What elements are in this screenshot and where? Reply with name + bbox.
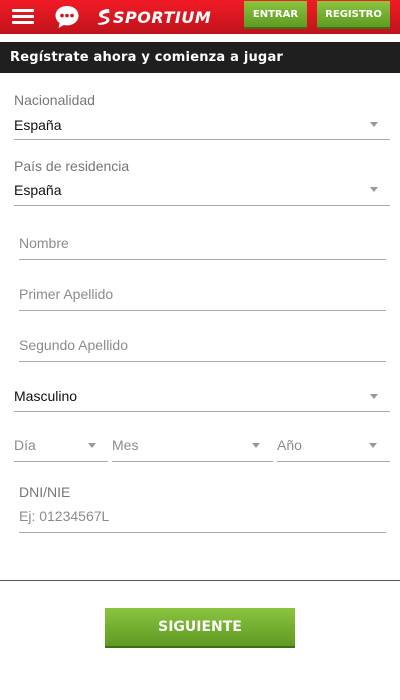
page-title: Regístrate ahora y comienza a jugar bbox=[0, 42, 400, 73]
section-divider bbox=[0, 580, 400, 581]
birth-day-placeholder: Día bbox=[14, 437, 36, 453]
sportium-logo[interactable]: SPORTIUM bbox=[97, 5, 211, 29]
birth-year-select[interactable]: Año bbox=[277, 430, 390, 462]
nationality-label: Nacionalidad bbox=[14, 92, 95, 108]
id-document-label: DNI/NIE bbox=[19, 484, 71, 500]
first-surname-input[interactable]: Primer Apellido bbox=[19, 279, 386, 311]
chevron-down-icon bbox=[369, 443, 377, 448]
birth-year-placeholder: Año bbox=[277, 437, 302, 453]
gender-value: Masculino bbox=[14, 388, 78, 404]
chevron-down-icon bbox=[370, 187, 378, 192]
birth-month-placeholder: Mes bbox=[112, 437, 139, 453]
id-document-placeholder: Ej: 01234567L bbox=[19, 508, 110, 524]
second-surname-input[interactable]: Segundo Apellido bbox=[19, 330, 386, 362]
residence-country-label: País de residencia bbox=[14, 158, 130, 174]
logo-swoosh-icon bbox=[97, 9, 110, 25]
hamburger-menu-icon[interactable] bbox=[12, 9, 34, 25]
residence-country-value: España bbox=[14, 182, 62, 198]
gender-select[interactable]: Masculino bbox=[14, 380, 390, 412]
nationality-value: España bbox=[14, 117, 62, 133]
login-button[interactable]: ENTRAR bbox=[244, 1, 307, 27]
residence-country-select[interactable]: País de residencia España bbox=[14, 156, 390, 206]
nationality-select[interactable]: Nacionalidad España bbox=[14, 90, 390, 140]
chevron-down-icon bbox=[370, 122, 378, 127]
first-name-placeholder: Nombre bbox=[19, 235, 69, 251]
first-surname-placeholder: Primer Apellido bbox=[19, 286, 114, 302]
register-button[interactable]: REGISTRO bbox=[317, 1, 390, 27]
chevron-down-icon bbox=[252, 443, 260, 448]
id-document-input[interactable]: DNI/NIE Ej: 01234567L bbox=[19, 482, 386, 533]
birth-month-select[interactable]: Mes bbox=[112, 430, 273, 462]
chat-bubble-icon[interactable] bbox=[54, 4, 80, 30]
second-surname-placeholder: Segundo Apellido bbox=[19, 337, 128, 353]
first-name-input[interactable]: Nombre bbox=[19, 228, 386, 260]
next-button[interactable]: SIGUIENTE bbox=[105, 608, 295, 646]
birth-day-select[interactable]: Día bbox=[14, 430, 108, 462]
chevron-down-icon bbox=[88, 443, 96, 448]
logo-text: SPORTIUM bbox=[113, 7, 212, 27]
chevron-down-icon bbox=[370, 394, 378, 399]
